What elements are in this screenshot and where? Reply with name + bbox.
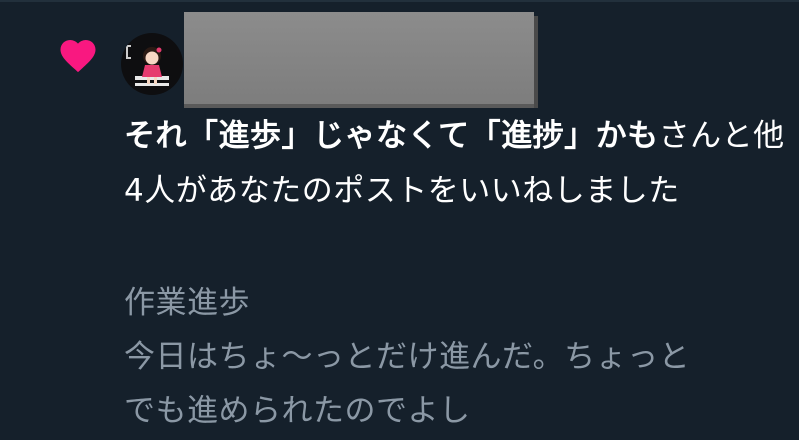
top-divider [0, 0, 799, 2]
avatar-illustration [126, 45, 169, 86]
notification-text: それ「進歩」じゃなくて「進捗」かもさんと他4人があなたのポストをいいねしました [124, 109, 789, 219]
redacted-avatar-row [184, 12, 534, 104]
post-preview[interactable]: 作業進歩 今日はちょ〜っとだけ進んだ。ちょっと でも進められたのでよし [124, 276, 789, 438]
actor-name[interactable]: それ「進歩」じゃなくて「進捗」かも [124, 118, 659, 154]
heart-icon [60, 40, 96, 73]
avatar[interactable] [121, 33, 183, 95]
post-title: 作業進歩 [124, 285, 250, 321]
post-body-line-1: 今日はちょ〜っとだけ進んだ。ちょっと [124, 339, 691, 375]
post-body-line-2: でも進められたのでよし [124, 393, 471, 429]
